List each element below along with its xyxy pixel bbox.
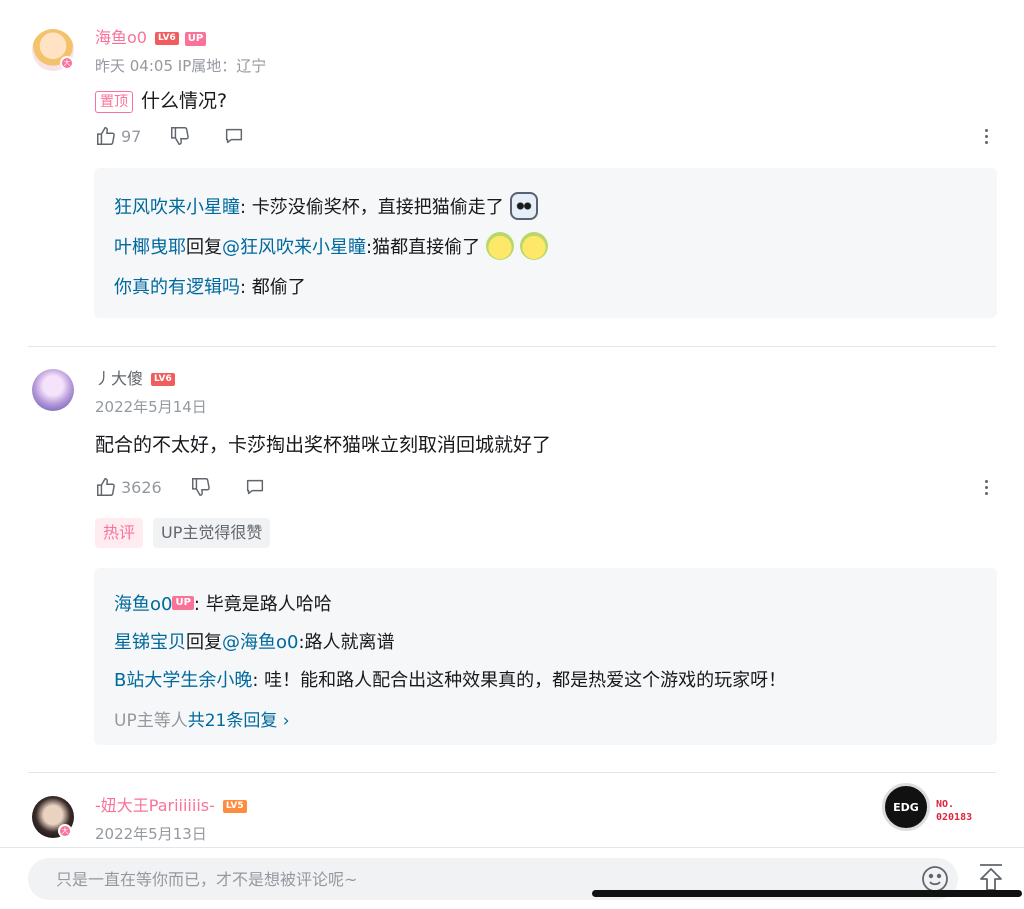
divider xyxy=(28,346,996,347)
username[interactable]: 海鱼o0 LV6 UP xyxy=(95,28,207,48)
username[interactable]: 丿大傻 LV6 xyxy=(95,369,175,389)
home-indicator[interactable] xyxy=(592,890,1022,897)
hot-comment-tag: 热评 xyxy=(95,518,144,548)
reply-user[interactable]: 叶椰曳耶 xyxy=(114,233,186,259)
like-count: 97 xyxy=(121,126,142,146)
lemon-emoji-icon xyxy=(486,232,515,260)
edg-fan-badge[interactable]: EDG xyxy=(882,783,930,831)
comment-tags: 热评 UP主觉得很赞 xyxy=(95,518,271,548)
dislike-button[interactable] xyxy=(169,125,195,147)
comment-actions: 97 xyxy=(95,124,277,148)
comment-meta: 昨天 04:05 IP属地：辽宁 xyxy=(95,57,267,75)
level-badge: LV6 xyxy=(151,373,175,386)
comment-input-bar xyxy=(0,847,1024,909)
username[interactable]: -妞大王Pariiiiiis- LV5 xyxy=(95,796,247,816)
robot-emoji-icon xyxy=(509,192,538,220)
reply-button[interactable] xyxy=(244,476,270,498)
reply-item: 海鱼o0 UP : 毕竟是路人哈哈 xyxy=(114,590,332,616)
reply-user[interactable]: 海鱼o0 xyxy=(114,590,172,616)
reply-target[interactable]: @狂风吹来小星瞳 xyxy=(222,233,366,259)
reply-box: 海鱼o0 UP : 毕竟是路人哈哈 星锑宝贝 回复 @海鱼o0 :路人就离谱 B站… xyxy=(94,568,997,745)
comment-content: 置顶 什么情况? xyxy=(95,86,227,113)
thumb-down-icon xyxy=(171,127,190,145)
reply-user[interactable]: 狂风吹来小星瞳 xyxy=(114,193,240,219)
reply-target[interactable]: @海鱼o0 xyxy=(222,628,298,654)
reply-user[interactable]: 星锑宝贝 xyxy=(114,628,186,654)
up-tag: UP xyxy=(172,596,194,610)
comment-meta: 2022年5月13日 xyxy=(95,825,207,843)
up-tag: UP xyxy=(184,31,207,46)
level-badge: LV6 xyxy=(154,32,179,45)
reply-item: 星锑宝贝 回复 @海鱼o0 :路人就离谱 xyxy=(114,628,395,654)
reply-item: 你真的有逻辑吗: 都偷了 xyxy=(114,273,306,299)
reply-box: 狂风吹来小星瞳: 卡莎没偷奖杯，直接把猫偷走了 叶椰曳耶 回复 @狂风吹来小星瞳… xyxy=(94,168,997,318)
comment-meta: 2022年5月14日 xyxy=(95,398,207,416)
chat-bubble-icon xyxy=(226,128,243,144)
like-button[interactable]: 97 xyxy=(95,125,141,147)
comment-content: 配合的不太好，卡莎掏出奖杯猫咪立刻取消回城就好了 xyxy=(95,434,552,456)
lemon-emoji-icon xyxy=(520,232,549,260)
up-liked-tag: UP主觉得很赞 xyxy=(153,518,271,548)
reply-item: B站大学生余小晚: 哇！能和路人配合出这种效果真的，都是热爱这个游戏的玩家呀！ xyxy=(114,666,786,692)
reply-user[interactable]: B站大学生余小晚 xyxy=(114,666,252,692)
more-options-button[interactable] xyxy=(974,475,998,499)
thumb-down-icon xyxy=(191,478,210,496)
thumb-up-icon xyxy=(97,127,115,145)
pin-tag: 置顶 xyxy=(95,90,133,113)
chat-bubble-icon xyxy=(246,479,263,495)
comment-actions: 3626 xyxy=(95,475,298,499)
reply-item: 叶椰曳耶 回复 @狂风吹来小星瞳 :猫都直接偷了 xyxy=(114,232,549,260)
avatar-badge: 大 xyxy=(58,824,72,838)
reply-user[interactable]: 你真的有逻辑吗 xyxy=(114,273,240,299)
avatar-badge: 大 xyxy=(60,56,74,70)
reply-item: 狂风吹来小星瞳: 卡莎没偷奖杯，直接把猫偷走了 xyxy=(114,192,538,220)
avatar[interactable] xyxy=(32,369,74,411)
like-button[interactable]: 3626 xyxy=(95,476,162,498)
thumb-up-icon xyxy=(97,478,115,496)
more-options-button[interactable] xyxy=(974,124,998,148)
fan-badge-number: NO. 020183 xyxy=(936,799,973,823)
dislike-button[interactable] xyxy=(190,476,216,498)
like-count: 3626 xyxy=(121,477,162,497)
reply-button[interactable] xyxy=(223,125,249,147)
divider xyxy=(28,772,996,773)
chevron-right-icon: › xyxy=(282,711,290,731)
view-more-replies-link[interactable]: UP主等人共21条回复 › xyxy=(114,706,290,731)
level-badge: LV5 xyxy=(222,800,247,813)
